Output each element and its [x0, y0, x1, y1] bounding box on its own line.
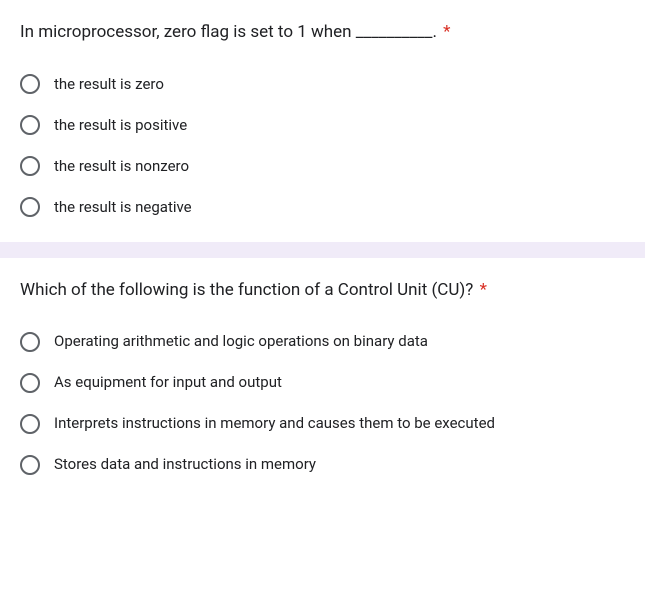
radio-option[interactable]: the result is nonzero: [20, 156, 625, 177]
option-label: Stores data and instructions in memory: [54, 454, 316, 475]
radio-icon: [20, 455, 40, 475]
radio-option[interactable]: the result is zero: [20, 74, 625, 95]
required-indicator: *: [443, 22, 450, 42]
question-title: In microprocessor, zero flag is set to 1…: [20, 20, 625, 46]
option-label: the result is zero: [54, 74, 164, 95]
option-label: the result is nonzero: [54, 156, 189, 177]
radio-icon: [20, 197, 40, 217]
divider: [0, 242, 645, 258]
option-label: the result is positive: [54, 115, 187, 136]
option-label: Operating arithmetic and logic operation…: [54, 331, 428, 352]
question-1: In microprocessor, zero flag is set to 1…: [0, 0, 645, 242]
radio-icon: [20, 332, 40, 352]
radio-icon: [20, 115, 40, 135]
required-indicator: *: [480, 280, 487, 300]
radio-icon: [20, 156, 40, 176]
radio-icon: [20, 414, 40, 434]
radio-option[interactable]: Operating arithmetic and logic operation…: [20, 331, 625, 352]
radio-option[interactable]: the result is positive: [20, 115, 625, 136]
radio-icon: [20, 373, 40, 393]
radio-option[interactable]: As equipment for input and output: [20, 372, 625, 393]
option-label: the result is negative: [54, 197, 192, 218]
radio-option[interactable]: Interprets instructions in memory and ca…: [20, 413, 625, 434]
radio-option[interactable]: Stores data and instructions in memory: [20, 454, 625, 475]
question-2: Which of the following is the function o…: [0, 258, 645, 500]
option-label: Interprets instructions in memory and ca…: [54, 413, 495, 434]
question-text: Which of the following is the function o…: [20, 280, 473, 300]
option-label: As equipment for input and output: [54, 372, 282, 393]
question-text: In microprocessor, zero flag is set to 1…: [20, 22, 437, 42]
question-title: Which of the following is the function o…: [20, 278, 625, 304]
radio-option[interactable]: the result is negative: [20, 197, 625, 218]
radio-icon: [20, 74, 40, 94]
